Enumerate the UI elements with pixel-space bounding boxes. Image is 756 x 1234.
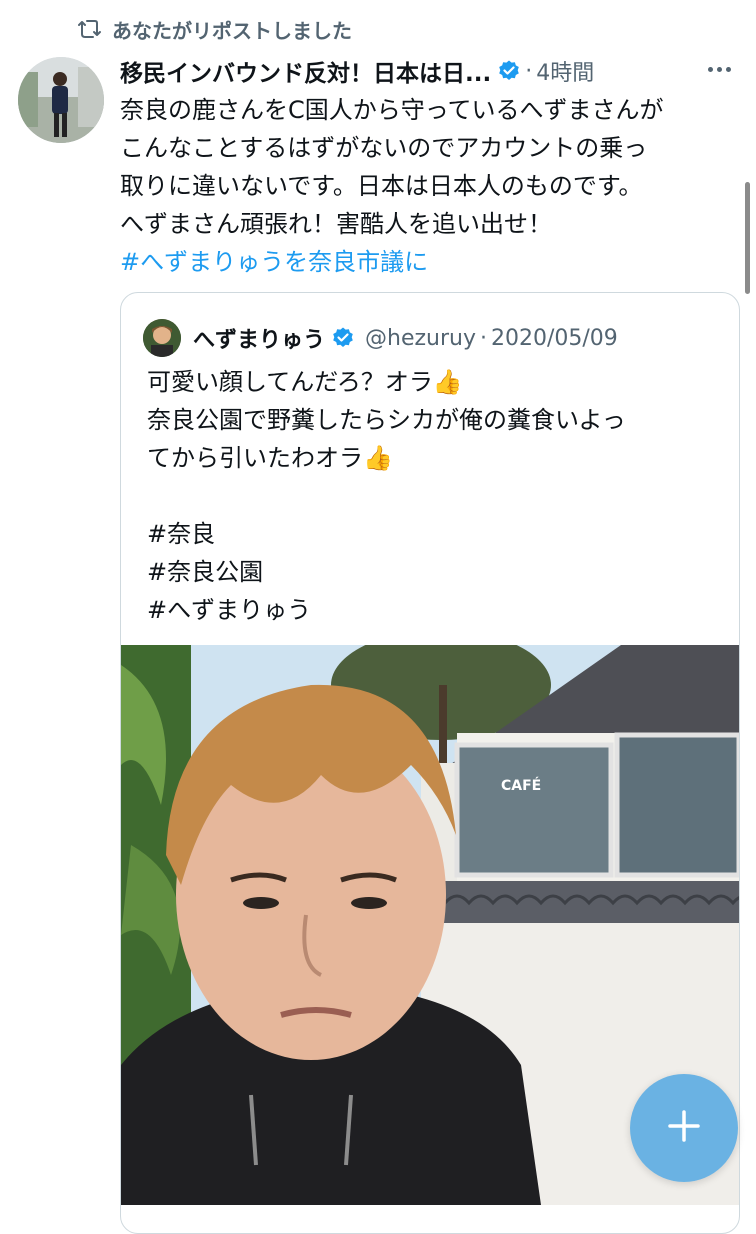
separator: · [525, 58, 533, 84]
verified-badge-icon [331, 326, 355, 350]
plus-icon [667, 1109, 701, 1147]
quote-text-line: てから引いたわオラ👍 [147, 444, 393, 472]
author-name[interactable]: 移民インバウンド反対！日本は日... [120, 54, 491, 88]
hashtag-link[interactable]: #へずまりゅうを奈良市議に [120, 243, 730, 281]
quote-header: へずまりゅう @hezuruy · 2020/05/09 [143, 319, 618, 357]
quote-text-line[interactable]: #へずまりゅう [147, 591, 727, 629]
quote-text-line[interactable]: #奈良 [147, 515, 727, 553]
more-icon[interactable] [708, 60, 738, 78]
scrollbar[interactable] [745, 182, 750, 294]
compose-button[interactable] [630, 1074, 738, 1182]
quote-date[interactable]: 2020/05/09 [491, 326, 618, 351]
quote-text-line [147, 477, 727, 515]
separator: · [480, 325, 487, 351]
tweet-text-line: 奈良の鹿さんをC国人から守っているへずまさんが [120, 96, 664, 124]
tweet-text-line: へずまさん頑張れ！害酷人を追い出せ！ [120, 210, 552, 238]
quote-handle[interactable]: @hezuruy [365, 326, 476, 351]
tweet-header: 移民インバウンド反対！日本は日... · 4時間 [120, 53, 736, 89]
tweet-text: 奈良の鹿さんをC国人から守っているへずまさんが こんなことするはずがないのでアカ… [120, 91, 730, 281]
repost-icon [78, 18, 102, 40]
avatar[interactable] [18, 57, 104, 143]
quote-text-line[interactable]: #奈良公園 [147, 553, 727, 591]
quote-author-name[interactable]: へずまりゅう [193, 322, 325, 354]
cafe-sign: CAFÉ [501, 777, 541, 794]
quote-text-line: 可愛い顔してんだろ？オラ👍 [147, 368, 463, 396]
verified-badge-icon [497, 59, 521, 83]
tweet-text-line: こんなことするはずがないのでアカウントの乗っ [120, 134, 648, 162]
tweet-text-line: 取りに違いないです。日本は日本人のものです。 [120, 172, 643, 200]
quote-text-line: 奈良公園で野糞したらシカが俺の糞食いよっ [147, 406, 626, 434]
quote-text: 可愛い顔してんだろ？オラ👍 奈良公園で野糞したらシカが俺の糞食いよっ てから引い… [147, 363, 727, 629]
repost-indicator: あなたがリポストしました [78, 14, 352, 44]
repost-label: あなたがリポストしました [112, 18, 352, 43]
quote-avatar[interactable] [143, 319, 181, 357]
tweet-time[interactable]: 4時間 [536, 55, 594, 87]
